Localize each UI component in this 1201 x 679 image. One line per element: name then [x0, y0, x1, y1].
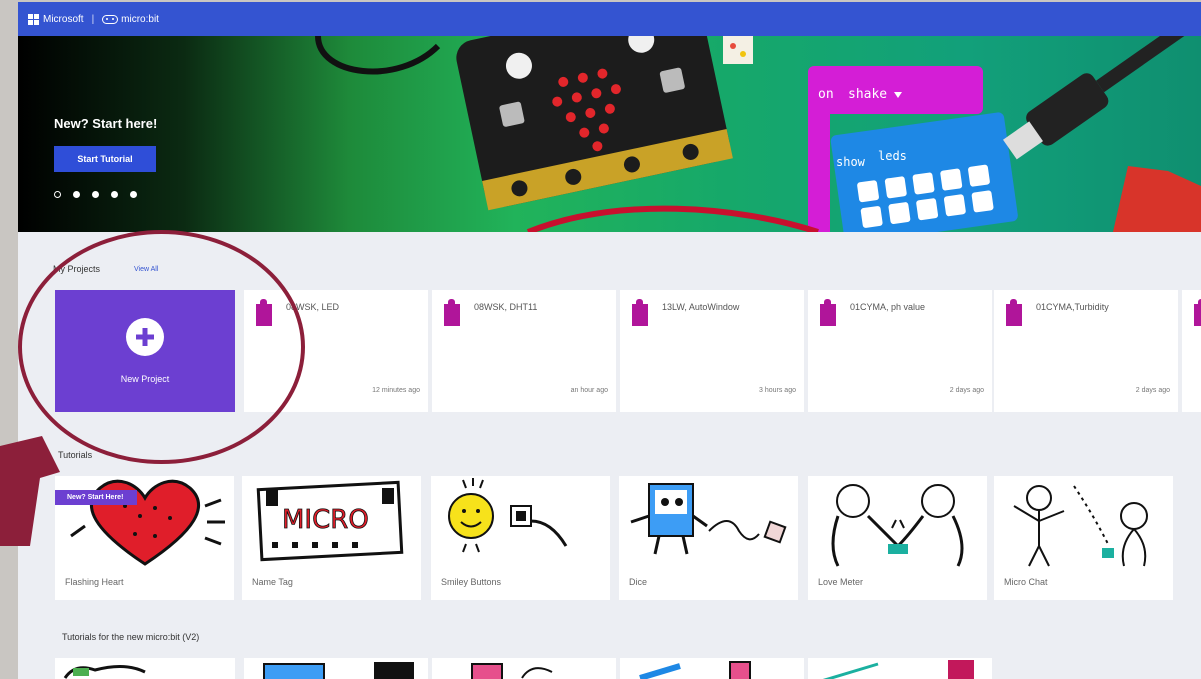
project-time: an hour ago	[570, 387, 608, 394]
project-name: 01CYMA, ph value	[850, 302, 926, 312]
project-card[interactable]: 08WSK, DHT11 an hour ago	[432, 290, 616, 412]
new-start-here-badge: New? Start Here!	[55, 490, 138, 505]
puzzle-piece-icon	[632, 299, 648, 326]
tutorial-name: Micro Chat	[1004, 577, 1048, 587]
block-shake-text: shake	[848, 87, 887, 102]
v2-tutorial-art	[63, 665, 146, 679]
carousel-dot-1[interactable]	[54, 191, 61, 198]
microsoft-logo-icon	[28, 13, 39, 25]
project-card-partial[interactable]	[1182, 290, 1201, 412]
tutorial-card[interactable]: MICRO Name Tag	[242, 476, 421, 600]
block-on-text: on	[818, 87, 834, 102]
tutorial-card[interactable]: Micro Chat	[994, 476, 1173, 600]
block-cube	[723, 36, 753, 64]
project-card[interactable]: 13LW, AutoWindow 3 hours ago	[620, 290, 804, 412]
carousel-dot-2[interactable]	[73, 191, 80, 198]
microbit-logo-icon	[102, 14, 119, 24]
v2-tutorial-card[interactable]	[432, 658, 616, 679]
v2-tutorial-art	[471, 663, 553, 679]
cable	[315, 36, 441, 75]
show-leds-block	[830, 112, 1018, 232]
project-name: 01CYMA,Turbidity	[1036, 302, 1109, 312]
name-tag-text: MICRO	[282, 505, 369, 535]
carousel-dot-4[interactable]	[111, 191, 118, 198]
project-time: 12 minutes ago	[372, 387, 420, 394]
smiley-icon	[448, 478, 568, 553]
v2-tutorial-art	[822, 660, 974, 679]
red-shape	[1113, 166, 1201, 232]
v2-tutorial-card[interactable]	[244, 658, 428, 679]
v2-tutorial-art	[639, 661, 751, 679]
tutorial-name: Flashing Heart	[65, 577, 124, 587]
tutorial-card[interactable]: New? Start Here! Flashing Heart	[55, 476, 234, 600]
project-name: 13LW, AutoWindow	[662, 302, 740, 312]
tutorial-name: Name Tag	[252, 577, 293, 587]
hero-banner: on shake show leds New? Start here! Star…	[18, 36, 1201, 232]
dice-icon	[630, 483, 787, 555]
tutorial-card[interactable]: Love Meter	[808, 476, 987, 600]
project-time: 2 days ago	[1135, 387, 1170, 394]
carousel-dot-5[interactable]	[130, 191, 137, 198]
v2-tutorial-card[interactable]	[808, 658, 992, 679]
chat-icon	[1013, 485, 1148, 567]
name-tag-icon: MICRO	[256, 480, 404, 562]
usb-cable-icon	[1003, 36, 1201, 160]
project-card[interactable]: 01CYMA,Turbidity 2 days ago	[994, 290, 1178, 412]
carousel-dot-3[interactable]	[92, 191, 99, 198]
project-name: 08WSK, DHT11	[474, 302, 538, 312]
makecode-home: Microsoft | micro:bit on shake show leds…	[18, 2, 1201, 679]
microbit-label[interactable]: micro:bit	[121, 14, 159, 25]
v2-tutorial-card[interactable]	[55, 658, 235, 679]
v2-tutorial-card[interactable]	[620, 658, 804, 679]
hero-illustration: on shake show leds	[315, 36, 1201, 232]
project-time: 3 hours ago	[759, 387, 796, 394]
carousel-dots	[54, 191, 137, 198]
tutorial-name: Smiley Buttons	[441, 577, 502, 587]
brand-separator: |	[91, 13, 95, 25]
puzzle-piece-icon	[1194, 299, 1201, 326]
puzzle-piece-icon	[820, 299, 836, 326]
microbit-board-icon	[456, 36, 733, 211]
block-leds-text: leds	[878, 149, 907, 163]
project-time: 2 days ago	[949, 387, 984, 394]
v2-tutorial-art	[263, 662, 414, 679]
tutorial-name: Love Meter	[818, 577, 864, 587]
puzzle-piece-icon	[444, 299, 460, 326]
start-tutorial-button[interactable]: Start Tutorial	[54, 146, 156, 172]
block-show-text: show	[836, 155, 866, 169]
tutorial-card[interactable]: Smiley Buttons	[431, 476, 610, 600]
project-card[interactable]: 01CYMA, ph value 2 days ago	[808, 290, 992, 412]
hero-title: New? Start here!	[54, 116, 158, 131]
tutorial-name: Dice	[629, 577, 648, 587]
tutorial-card[interactable]: Dice	[619, 476, 798, 600]
annotation-circle	[18, 230, 305, 464]
tutorials-v2-title: Tutorials for the new micro:bit (V2)	[62, 632, 200, 642]
puzzle-piece-icon	[1006, 299, 1022, 326]
tutorials-title: Tutorials	[58, 450, 93, 460]
annotation-arrow-icon	[0, 436, 60, 546]
top-bar: Microsoft | micro:bit	[18, 2, 1201, 36]
microsoft-label[interactable]: Microsoft	[43, 14, 84, 25]
love-meter-icon	[831, 484, 964, 567]
